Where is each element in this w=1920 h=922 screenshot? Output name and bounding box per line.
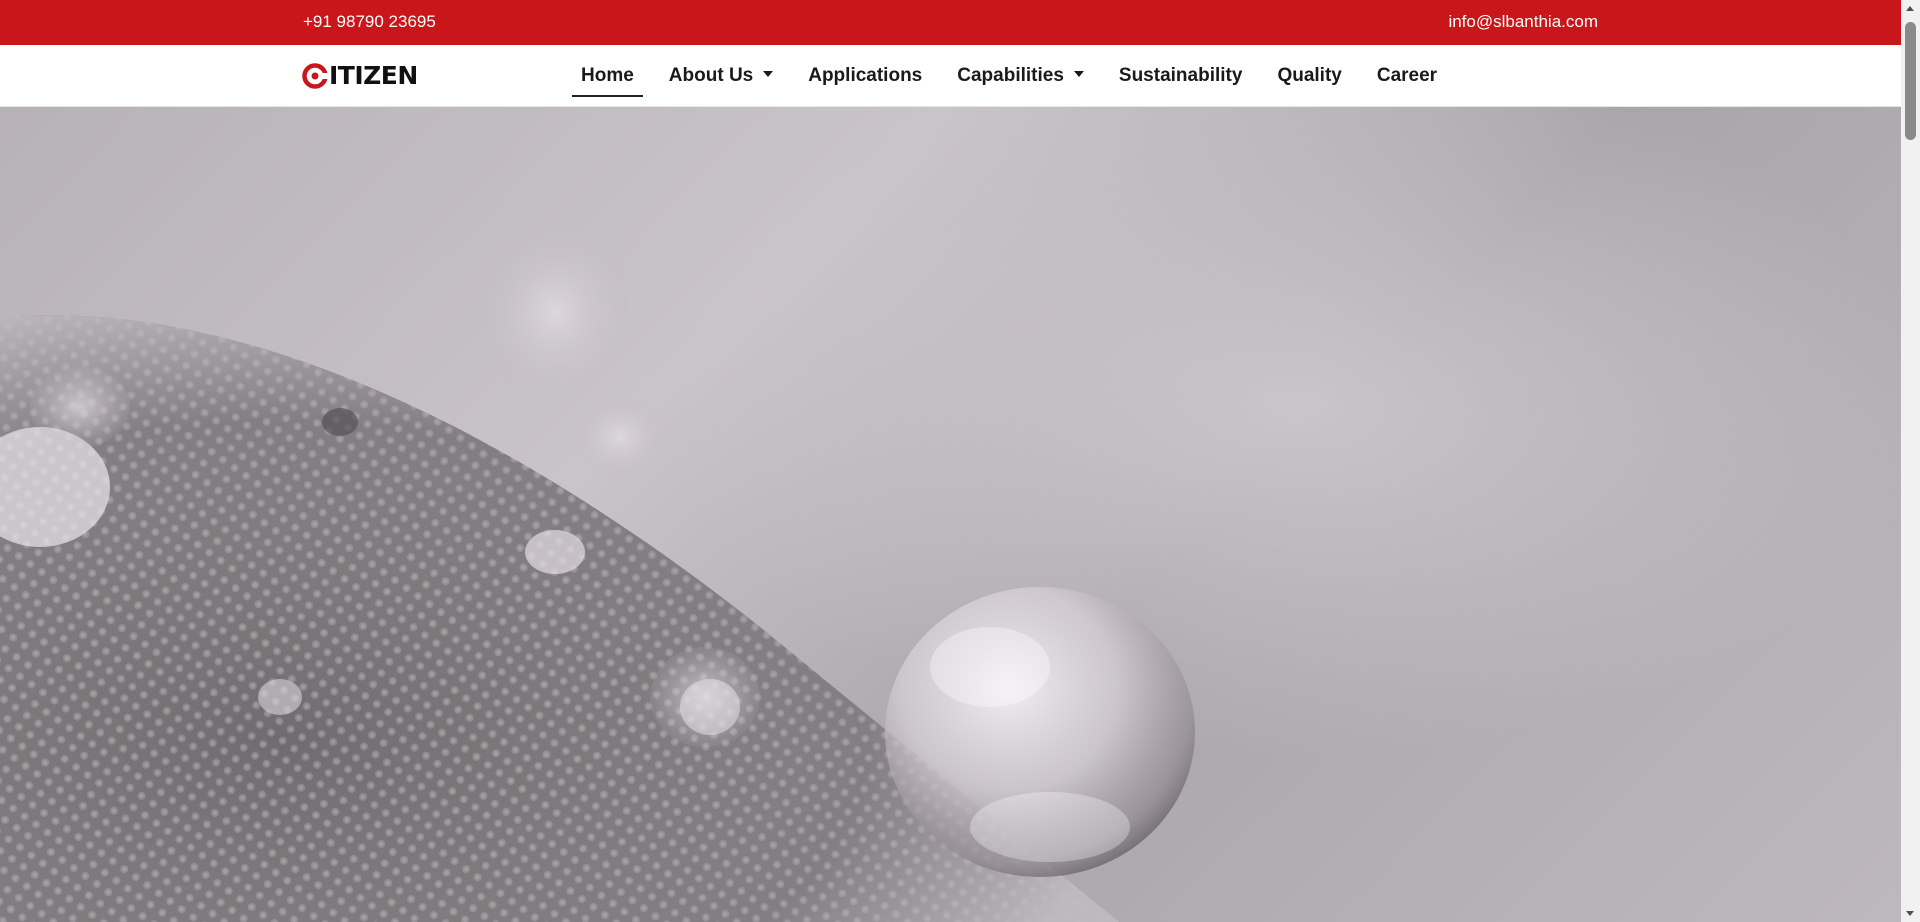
nav-item-label: Capabilities xyxy=(957,65,1064,86)
nav-item-sustainability[interactable]: Sustainability xyxy=(1110,45,1252,107)
hero-image xyxy=(0,227,1195,922)
nav-item-label: Career xyxy=(1376,65,1438,86)
caret-down-icon xyxy=(763,71,774,77)
nav-item-home[interactable]: Home xyxy=(572,45,643,107)
main-navbar: ITIZEN Home About Us Applications Capabi… xyxy=(0,45,1901,107)
page-scrollbar[interactable] xyxy=(1901,0,1920,922)
site-logo[interactable]: ITIZEN xyxy=(302,62,418,90)
email-link[interactable]: info@slbanthia.com xyxy=(1448,12,1598,32)
phone-link[interactable]: +91 98790 23695 xyxy=(303,12,436,32)
nav-item-label: Home xyxy=(581,65,634,86)
nav-item-about-us[interactable]: About Us xyxy=(660,45,782,107)
nav-item-label: Quality xyxy=(1277,65,1342,86)
nav-item-label: About Us xyxy=(668,65,754,86)
nav-item-label: Sustainability xyxy=(1118,65,1243,86)
logo-mark-icon xyxy=(302,63,328,89)
hero-banner xyxy=(0,107,1901,922)
nav-item-career[interactable]: Career xyxy=(1368,45,1446,107)
caret-down-icon xyxy=(1073,71,1084,77)
scroll-up-arrow-icon[interactable] xyxy=(1906,6,1914,11)
nav-item-quality[interactable]: Quality xyxy=(1268,45,1350,107)
scroll-thumb[interactable] xyxy=(1905,22,1916,140)
nav-menu: Home About Us Applications Capabilities … xyxy=(572,45,1463,107)
top-contact-bar: +91 98790 23695 info@slbanthia.com xyxy=(0,0,1901,45)
nav-item-applications[interactable]: Applications xyxy=(799,45,931,107)
nav-item-label: Applications xyxy=(808,65,923,86)
nav-item-capabilities[interactable]: Capabilities xyxy=(948,45,1093,107)
logo-text: ITIZEN xyxy=(329,61,418,90)
scroll-down-arrow-icon[interactable] xyxy=(1906,911,1914,916)
